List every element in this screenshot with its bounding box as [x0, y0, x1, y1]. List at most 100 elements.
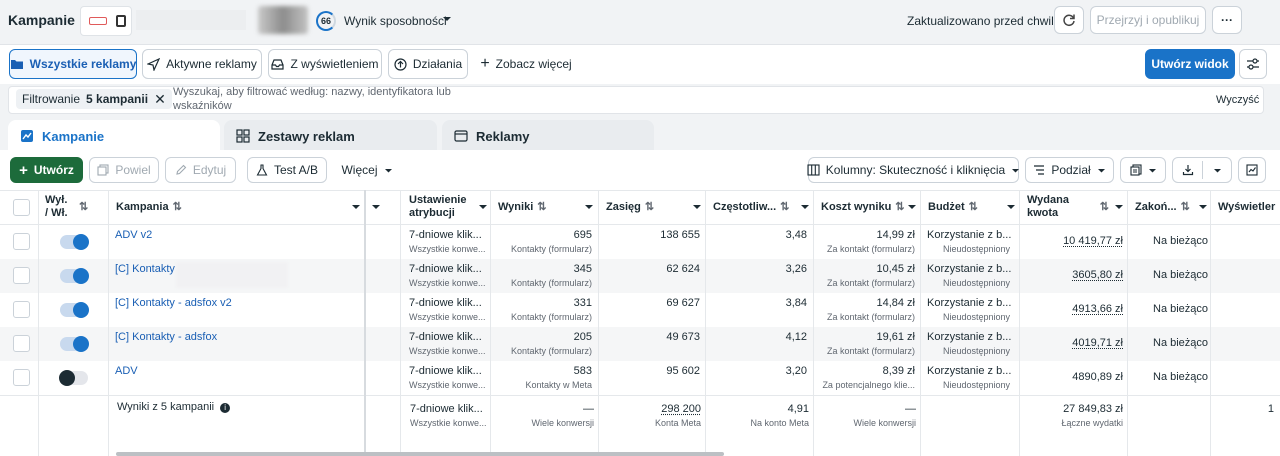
caret-down-icon	[384, 166, 393, 175]
on-off-toggle[interactable]	[60, 268, 89, 284]
customize-button[interactable]	[1239, 49, 1267, 79]
column-header-impressions[interactable]: Wyświetler	[1218, 190, 1280, 224]
sort-icon: ⇅	[895, 200, 905, 213]
column-header-budget[interactable]: Budżet ⇅	[928, 190, 1015, 224]
cost-per-result-value: 14,99 zł	[876, 229, 915, 241]
on-off-toggle[interactable]	[59, 370, 88, 386]
filter-chip[interactable]: Filtrowanie 5 kampanii ✕	[16, 89, 172, 109]
info-icon[interactable]: i	[220, 403, 231, 413]
inbox-icon	[271, 58, 285, 71]
reach-value: 69 627	[666, 297, 700, 309]
select-all-checkbox[interactable]	[13, 199, 30, 216]
row-checkbox[interactable]	[13, 335, 30, 352]
campaign-name-link[interactable]: ADV v2	[115, 229, 152, 241]
column-header-cost-per-result[interactable]: Koszt wyniku ⇅	[821, 190, 916, 224]
caret-down-icon[interactable]	[442, 14, 452, 24]
campaign-name-link[interactable]: [C] Kontakty - adsfox	[115, 331, 217, 343]
row-checkbox[interactable]	[13, 233, 30, 250]
amount-spent-value[interactable]: 3605,80 zł	[1019, 269, 1123, 281]
column-header-amount-spent[interactable]: Wydana kwota ⇅	[1027, 190, 1123, 224]
caret-down-icon	[372, 203, 380, 211]
amount-spent-value[interactable]: 4913,66 zł	[1019, 303, 1123, 315]
budget-value: Korzystanie z b...	[927, 331, 1012, 343]
tab-ad-sets[interactable]: Zestawy reklam	[224, 120, 437, 152]
column-header-campaign[interactable]: Kampania ⇅	[116, 190, 360, 224]
reports-dropdown[interactable]	[1120, 157, 1166, 183]
edit-button[interactable]: Edytuj	[165, 157, 236, 183]
more-options-button[interactable]: ···	[1212, 6, 1242, 34]
on-off-toggle[interactable]	[60, 302, 89, 318]
create-view-button[interactable]: Utwórz widok	[1145, 49, 1235, 79]
attribution-sub: Wszystkie konwe...	[409, 312, 486, 322]
on-off-toggle[interactable]	[60, 336, 89, 352]
budget-value: Korzystanie z b...	[927, 297, 1012, 309]
column-header-results[interactable]: Wyniki ⇅	[498, 190, 593, 224]
amount-spent-value[interactable]: 10 419,77 zł	[1019, 235, 1123, 247]
columns-dropdown[interactable]: Kolumny: Skuteczność i kliknięcia	[807, 157, 1020, 183]
copy-icon	[97, 164, 109, 176]
budget-sub: Nieudostępniony	[943, 278, 1011, 288]
duplicate-button[interactable]: Powiel	[89, 157, 159, 183]
on-off-toggle[interactable]	[60, 234, 89, 250]
summary-amount-spent: 27 849,83 zł	[1063, 403, 1123, 415]
redacted-account-name	[136, 10, 246, 30]
campaign-name-link[interactable]: [C] Kontakty	[115, 263, 175, 275]
ends-value: Na bieżąco	[1153, 337, 1209, 349]
summary-attribution: 7-dniowe klik...	[410, 403, 483, 415]
results-value: 205	[573, 331, 592, 343]
redacted-avatar	[258, 6, 308, 34]
more-actions-button[interactable]: Więcej	[336, 157, 398, 183]
see-more-filters-button[interactable]: + Zobacz więcej	[476, 49, 576, 79]
clear-filters-button[interactable]: Wyczyść	[1216, 94, 1259, 106]
search-input[interactable]: Wyszukaj, aby filtrować według: nazwy, i…	[173, 85, 463, 113]
campaign-name-link[interactable]: ADV	[115, 365, 138, 377]
frequency-value: 4,12	[785, 331, 807, 343]
tab-ads[interactable]: Reklamy	[442, 120, 654, 152]
sliders-icon	[1246, 58, 1260, 70]
account-logo[interactable]	[80, 6, 132, 36]
column-header-frequency[interactable]: Częstotliw... ⇅	[713, 190, 809, 224]
row-checkbox[interactable]	[13, 369, 30, 386]
amount-spent-value[interactable]: 4019,71 zł	[1019, 337, 1123, 349]
caret-down-icon	[1213, 166, 1222, 175]
campaign-name-link[interactable]: [C] Kontakty - adsfox v2	[115, 297, 232, 309]
sort-icon: ⇅	[644, 200, 655, 213]
caret-down-icon	[1115, 203, 1123, 211]
frequency-value: 3,84	[785, 297, 807, 309]
cost-per-result-sub: Za kontakt (formularz)	[826, 346, 915, 356]
column-header-attribution[interactable]: Ustawienie atrybucji	[409, 190, 487, 224]
refresh-button[interactable]	[1054, 6, 1084, 34]
charts-button[interactable]	[1238, 157, 1266, 183]
actions-filter[interactable]: Działania	[388, 49, 468, 79]
close-icon[interactable]: ✕	[154, 91, 166, 108]
plus-icon: +	[19, 161, 28, 179]
row-checkbox[interactable]	[13, 267, 30, 284]
summary-cost-per-result: —	[905, 403, 916, 415]
create-button[interactable]: + Utwórz	[10, 157, 83, 183]
sort-icon: ⇅	[537, 200, 547, 213]
cost-per-result-sub: Za kontakt (formularz)	[826, 312, 915, 322]
flask-icon	[256, 164, 268, 176]
tab-campaigns[interactable]: Kampanie	[8, 120, 220, 152]
ab-test-button[interactable]: Test A/B	[247, 157, 327, 183]
caret-down-icon	[352, 203, 360, 211]
column-caret[interactable]	[372, 190, 380, 224]
horizontal-scrollbar[interactable]	[116, 452, 724, 456]
column-header-onoff[interactable]: Wył. / Wł. ⇅	[45, 190, 103, 224]
row-checkbox[interactable]	[13, 301, 30, 318]
summary-reach[interactable]: 298 200	[598, 403, 701, 415]
budget-value: Korzystanie z b...	[927, 263, 1012, 275]
opportunity-score-label[interactable]: Wynik sposobności	[344, 14, 447, 28]
review-publish-button[interactable]: Przejrzyj i opublikuj	[1090, 6, 1206, 34]
budget-value: Korzystanie z b...	[927, 229, 1012, 241]
active-ads-filter[interactable]: Aktywne reklamy	[142, 49, 262, 79]
export-dropdown[interactable]	[1172, 157, 1232, 183]
column-header-ends[interactable]: Zakoń... ⇅	[1135, 190, 1207, 224]
breakdown-dropdown[interactable]: Podział	[1025, 157, 1114, 183]
opportunity-score-badge[interactable]: 66	[316, 11, 336, 31]
all-ads-filter[interactable]: Wszystkie reklamy	[9, 49, 137, 79]
with-impressions-filter[interactable]: Z wyświetleniem	[268, 49, 382, 79]
report-icon	[1129, 164, 1142, 176]
column-header-reach[interactable]: Zasięg ⇅	[606, 190, 701, 224]
summary-label: Wyniki z 5 kampanii i	[117, 401, 231, 413]
